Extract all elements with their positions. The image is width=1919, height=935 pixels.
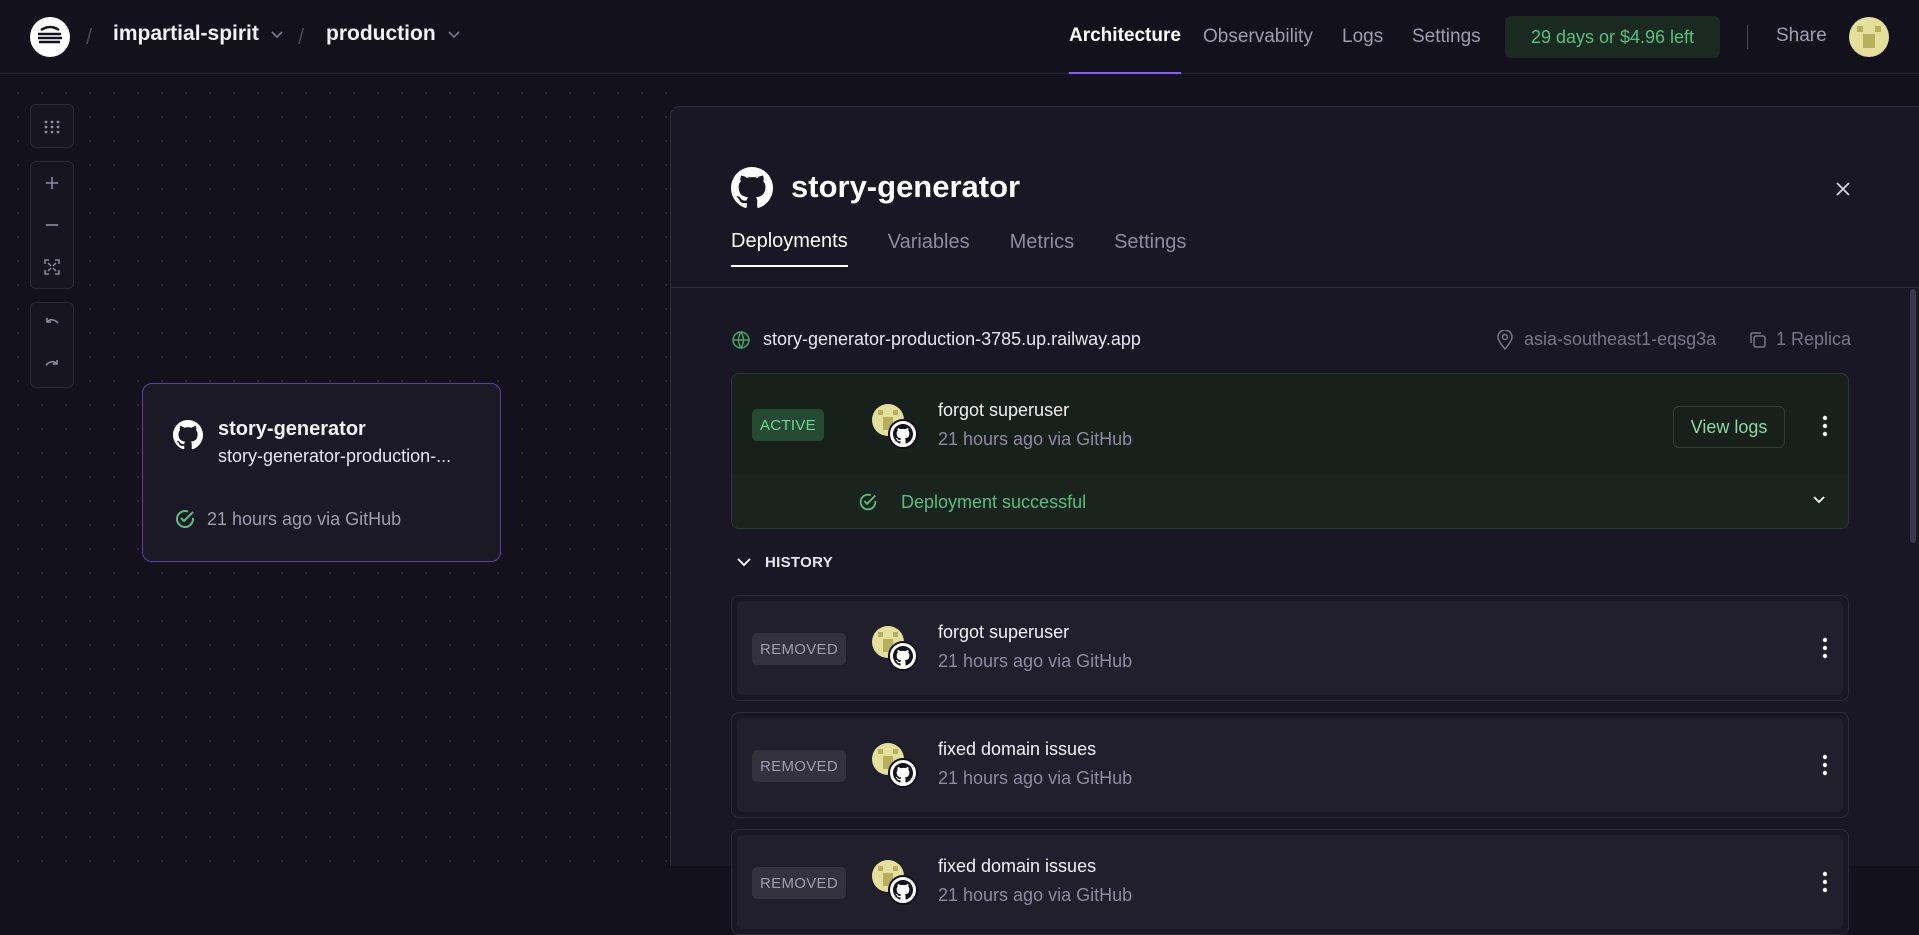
zoom-in-icon[interactable]	[30, 162, 74, 204]
more-options-icon[interactable]	[1815, 411, 1835, 441]
status-badge-removed: REMOVED	[752, 633, 846, 665]
nav-architecture[interactable]: Architecture	[1069, 0, 1181, 74]
nav-logs[interactable]: Logs	[1342, 0, 1383, 74]
canvas-toolbar-zoom	[30, 161, 74, 289]
deployment-success-status: Deployment successful	[857, 491, 1086, 513]
check-circle-icon	[859, 493, 877, 511]
commit-meta: 21 hours ago via GitHub	[938, 429, 1133, 449]
service-node-title: story-generator	[218, 418, 366, 440]
service-replicas: 1 Replica	[1748, 329, 1851, 350]
grid-icon[interactable]	[30, 105, 74, 147]
copy-icon	[1750, 331, 1766, 348]
commit-meta: 21 hours ago via GitHub	[938, 651, 1133, 671]
zoom-out-icon[interactable]	[30, 204, 74, 246]
history-deployment-card[interactable]: REMOVED fixed domain issues 21 hours ago…	[731, 829, 1849, 935]
commit-author-avatar	[872, 626, 918, 672]
check-circle-icon	[176, 510, 194, 528]
canvas-toolbar-history	[30, 302, 74, 388]
tab-settings[interactable]: Settings	[1114, 217, 1186, 267]
chevron-down-icon[interactable]	[1810, 490, 1828, 513]
breadcrumb-separator: /	[298, 24, 305, 49]
map-pin-icon	[1497, 329, 1513, 350]
globe-icon	[732, 330, 750, 349]
history-deployment-card[interactable]: REMOVED fixed domain issues 21 hours ago…	[731, 712, 1849, 818]
nav-observability[interactable]: Observability	[1203, 0, 1313, 74]
commit-message: fixed domain issues	[938, 739, 1097, 759]
tab-deployments[interactable]: Deployments	[731, 217, 848, 267]
panel-title: story-generator	[791, 169, 1021, 204]
user-avatar[interactable]	[1849, 17, 1889, 57]
service-region: asia-southeast1-eqsg3a	[1496, 329, 1716, 350]
service-node-status-text: 21 hours ago via GitHub	[207, 508, 402, 529]
github-icon	[888, 641, 918, 671]
region-label: asia-southeast1-eqsg3a	[1524, 329, 1717, 349]
undo-icon[interactable]	[30, 303, 74, 345]
service-node-status: 21 hours ago via GitHub	[173, 507, 401, 531]
status-badge-removed: REMOVED	[752, 750, 846, 782]
chevron-down-icon	[271, 31, 283, 39]
commit-author-avatar	[872, 404, 918, 450]
commit-author-avatar	[872, 860, 918, 906]
history-deployment-card[interactable]: REMOVED forgot superuser 21 hours ago vi…	[731, 595, 1849, 701]
commit-meta: 21 hours ago via GitHub	[938, 768, 1133, 788]
header-divider	[1747, 25, 1748, 49]
history-label: HISTORY	[765, 553, 833, 571]
commit-message: forgot superuser	[938, 400, 1070, 420]
tab-metrics[interactable]: Metrics	[1010, 217, 1074, 267]
project-name: impartial-spirit	[113, 22, 259, 45]
environment-name: production	[326, 22, 436, 45]
service-detail-panel: story-generator Deployments Variables Me…	[670, 106, 1919, 935]
history-toggle[interactable]: HISTORY	[735, 553, 833, 571]
close-icon[interactable]	[1831, 177, 1855, 201]
commit-author-avatar	[872, 743, 918, 789]
top-bar: / impartial-spirit / production Architec…	[0, 0, 1919, 74]
chevron-down-icon	[448, 31, 460, 39]
top-nav: Architecture	[1069, 0, 1181, 74]
more-options-icon[interactable]	[1815, 633, 1835, 663]
chevron-down-icon	[737, 558, 751, 567]
github-icon	[731, 167, 773, 214]
panel-scrollbar[interactable]	[1910, 289, 1916, 543]
trial-status-badge[interactable]: 29 days or $4.96 left	[1505, 16, 1720, 58]
nav-settings[interactable]: Settings	[1412, 0, 1481, 74]
commit-message: forgot superuser	[938, 622, 1070, 642]
project-selector[interactable]: impartial-spirit	[113, 22, 285, 46]
commit-message: fixed domain issues	[938, 856, 1097, 876]
more-options-icon[interactable]	[1815, 750, 1835, 780]
architecture-canvas[interactable]: story-generator story-generator-producti…	[0, 75, 670, 866]
active-deployment-card[interactable]: ACTIVE forgot superuser 21 hours ago via…	[731, 373, 1849, 529]
redo-icon[interactable]	[30, 345, 74, 387]
share-button[interactable]: Share	[1776, 25, 1827, 47]
status-badge-removed: REMOVED	[752, 867, 846, 899]
github-icon	[888, 758, 918, 788]
service-node-card[interactable]: story-generator story-generator-producti…	[142, 383, 501, 562]
service-domain-link[interactable]: story-generator-production-3785.up.railw…	[763, 329, 1141, 350]
environment-selector[interactable]: production	[326, 22, 462, 46]
service-domain: story-generator-production-3785.up.railw…	[731, 329, 1141, 350]
fit-view-icon[interactable]	[30, 246, 74, 288]
commit-meta: 21 hours ago via GitHub	[938, 885, 1133, 905]
tab-variables[interactable]: Variables	[888, 217, 970, 267]
canvas-toolbar-grid	[30, 104, 74, 148]
railway-logo-icon[interactable]	[30, 17, 70, 57]
replica-count: 1 Replica	[1776, 329, 1852, 349]
breadcrumb-separator: /	[86, 24, 93, 49]
github-icon	[888, 419, 918, 449]
view-logs-button[interactable]: View logs	[1673, 406, 1785, 448]
more-options-icon[interactable]	[1815, 867, 1835, 897]
tabs-divider	[671, 287, 1919, 288]
status-badge-active: ACTIVE	[752, 409, 824, 441]
github-icon	[888, 875, 918, 905]
deployment-success-text: Deployment successful	[901, 491, 1087, 512]
panel-tabs: Deployments Variables Metrics Settings	[731, 217, 1186, 267]
github-icon	[173, 420, 203, 455]
service-node-url: story-generator-production-...	[218, 446, 452, 466]
